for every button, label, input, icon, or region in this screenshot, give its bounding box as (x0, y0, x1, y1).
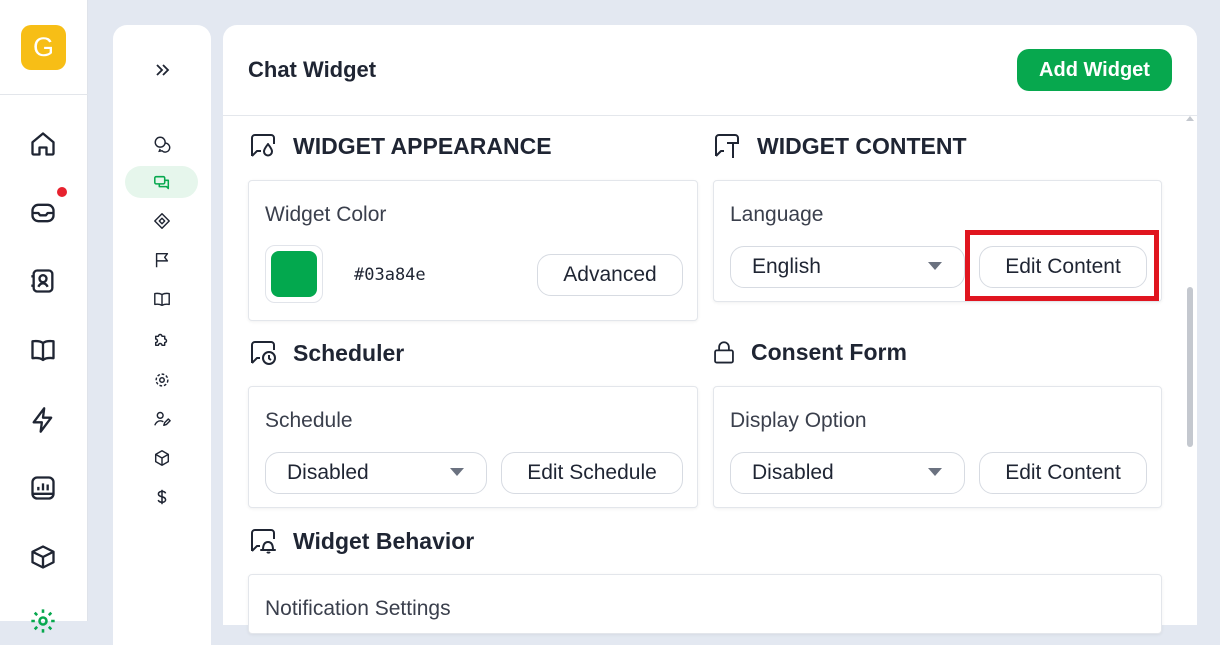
section-title: WIDGET CONTENT (757, 132, 967, 159)
clock-chat-icon (251, 341, 276, 365)
widget-content-heading: WIDGET CONTENT (711, 130, 967, 162)
consent-form-heading: Consent Form (711, 337, 907, 367)
page-title: Chat Widget (248, 57, 377, 82)
book-icon[interactable] (28, 335, 58, 365)
schedule-value: Disabled (287, 461, 369, 484)
language-label: Language (730, 203, 824, 226)
caret-down-icon (928, 262, 942, 270)
widget-color-label: Widget Color (265, 203, 387, 226)
puzzle-icon[interactable] (152, 329, 172, 349)
section-title: WIDGET APPEARANCE (293, 132, 552, 159)
schedule-card: Schedule Disabled Edit Schedule (248, 386, 698, 508)
reports-icon[interactable] (28, 473, 58, 503)
scheduler-heading: Scheduler (247, 337, 404, 369)
display-option-value: Disabled (752, 461, 834, 484)
inbox-icon[interactable] (28, 198, 58, 228)
consent-card: Display Option Disabled Edit Content (713, 386, 1162, 508)
advanced-button[interactable]: Advanced (537, 254, 683, 296)
color-swatch-button[interactable] (265, 245, 323, 303)
chat-widget-icon[interactable] (152, 173, 172, 193)
widget-color-card: Widget Color #03a84e Advanced (248, 180, 698, 321)
highlight-box (965, 230, 1159, 301)
notification-settings-label: Notification Settings (265, 597, 451, 620)
language-select[interactable]: English (730, 246, 965, 288)
display-option-select[interactable]: Disabled (730, 452, 965, 494)
text-content-icon (715, 134, 739, 158)
color-swatch (271, 251, 317, 297)
schedule-select[interactable]: Disabled (265, 452, 487, 494)
expand-chevrons-icon[interactable] (153, 61, 171, 79)
scroll-up-arrow-icon[interactable] (1186, 116, 1194, 121)
settings-subnav (113, 25, 211, 645)
chat-bubbles-icon[interactable] (152, 134, 172, 154)
app-logo[interactable]: G (21, 25, 66, 70)
tag-icon[interactable] (152, 211, 172, 231)
rail-divider (0, 94, 88, 95)
lightning-icon[interactable] (28, 405, 58, 435)
user-edit-icon[interactable] (152, 409, 172, 429)
gear-icon[interactable] (152, 370, 172, 390)
book-icon[interactable] (152, 289, 172, 309)
section-title: Consent Form (751, 338, 907, 365)
edit-schedule-button[interactable]: Edit Schedule (501, 452, 683, 494)
flag-icon[interactable] (152, 250, 172, 270)
display-option-label: Display Option (730, 409, 867, 432)
schedule-label: Schedule (265, 409, 353, 432)
caret-down-icon (450, 468, 464, 476)
caret-down-icon (928, 468, 942, 476)
consent-edit-content-button[interactable]: Edit Content (979, 452, 1147, 494)
main-nav-rail: G (0, 0, 88, 633)
paint-drop-icon (251, 134, 275, 157)
language-value: English (752, 255, 821, 278)
widget-appearance-heading: WIDGET APPEARANCE (247, 130, 552, 162)
cube-icon[interactable] (152, 448, 172, 468)
scrollbar-thumb[interactable] (1187, 287, 1193, 447)
contacts-icon[interactable] (28, 266, 58, 296)
dollar-icon[interactable] (152, 487, 172, 507)
notification-settings-card: Notification Settings (248, 574, 1162, 634)
settings-icon[interactable] (28, 606, 58, 636)
bell-chat-icon (251, 529, 276, 554)
lock-icon (714, 341, 734, 364)
section-title: Scheduler (293, 339, 405, 366)
page-header: Chat Widget Add Widget (223, 25, 1197, 116)
section-title: Widget Behavior (293, 527, 475, 554)
box-icon[interactable] (28, 542, 58, 572)
add-widget-button[interactable]: Add Widget (1017, 49, 1172, 91)
color-hex-value: #03a84e (354, 265, 426, 285)
home-icon[interactable] (28, 129, 58, 159)
notification-dot (57, 187, 67, 197)
widget-behavior-heading: Widget Behavior (247, 525, 474, 557)
